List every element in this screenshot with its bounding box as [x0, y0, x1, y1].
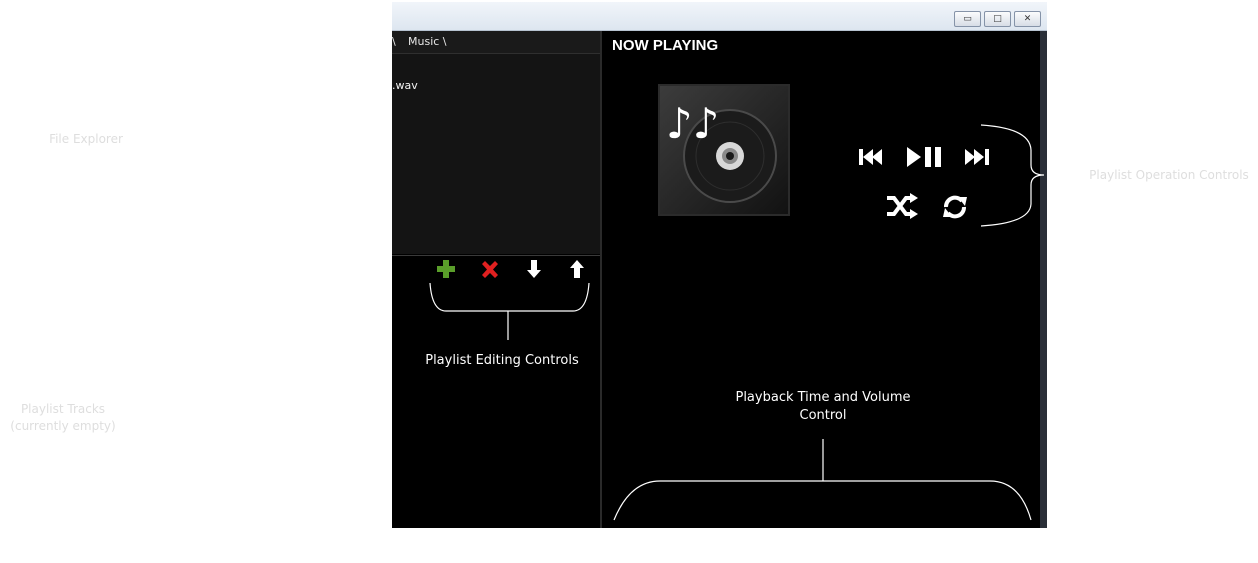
playlist-editing-bracket	[429, 282, 590, 340]
playback-time-bracket	[613, 439, 1032, 521]
annotation-brackets	[429, 124, 1045, 521]
playlist-operation-bracket	[980, 124, 1045, 227]
